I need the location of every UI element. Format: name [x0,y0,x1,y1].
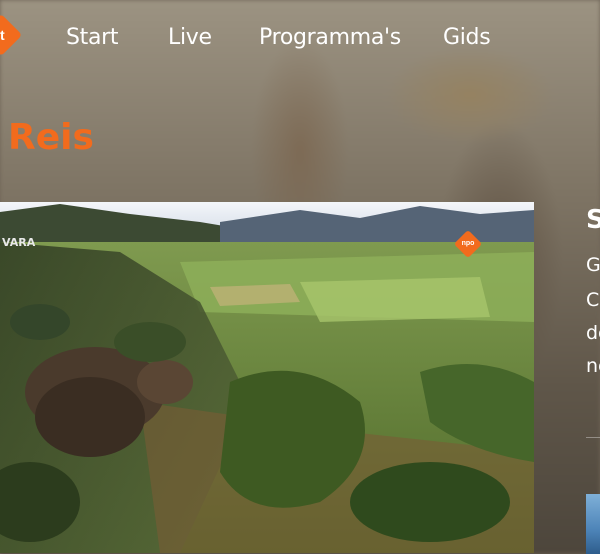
video-watermark: VARA [2,236,36,249]
nav-item-live[interactable]: Live [168,25,212,50]
video-frame-landscape [0,202,534,553]
top-navigation: t Start Live Programma's Gids [0,0,600,78]
side-text-line: G [586,254,600,276]
side-text-line: de [586,322,600,344]
side-heading: S [586,205,600,235]
side-text-line: ne [586,355,600,377]
side-text-line: C [586,289,600,311]
page-title: Reis [8,117,94,158]
side-thumbnail[interactable] [586,494,600,554]
nav-item-gids[interactable]: Gids [443,25,491,50]
video-player[interactable]: VARA npo [0,202,534,553]
side-divider [586,437,600,438]
brand-logo-letter: t [0,27,5,43]
nav-item-start[interactable]: Start [66,25,119,50]
npo-badge-label: npo [461,240,475,247]
nav-item-programmas[interactable]: Programma's [259,25,401,50]
